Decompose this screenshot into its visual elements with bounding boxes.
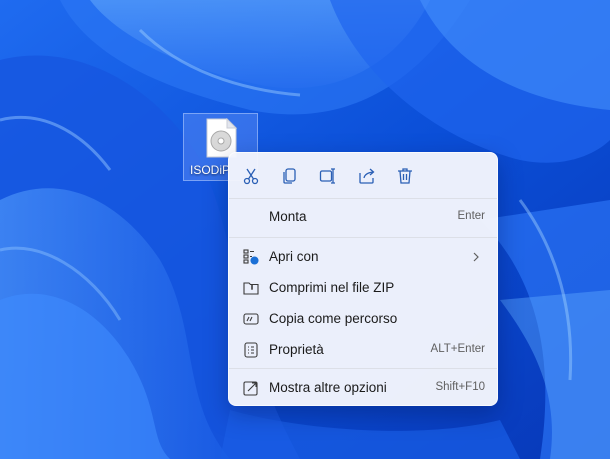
menu-item-label: Copia come percorso: [269, 311, 398, 326]
menu-item-show-more-options[interactable]: Mostra altre opzioni Shift+F10: [235, 374, 491, 402]
more-options-icon: [243, 381, 258, 396]
menu-separator: [229, 198, 497, 199]
menu-item-shortcut: Shift+F10: [435, 381, 485, 393]
chevron-right-icon: [473, 252, 479, 262]
open-with-icon: [243, 249, 259, 265]
share-icon: [359, 168, 375, 184]
menu-item-label: Proprietà: [269, 342, 324, 357]
zip-folder-icon: [243, 282, 259, 295]
copy-icon: [283, 168, 296, 184]
menu-item-label: Mostra altre opzioni: [269, 380, 387, 395]
rename-button[interactable]: [315, 163, 341, 189]
copy-path-icon: [243, 313, 259, 325]
share-button[interactable]: [354, 163, 380, 189]
menu-item-label: Monta: [269, 209, 307, 224]
copy-button[interactable]: [277, 163, 303, 189]
rename-icon: [319, 168, 335, 184]
menu-item-mount[interactable]: Monta Enter: [235, 203, 491, 231]
context-menu: Monta Enter Apri con Comprimi nel file Z…: [228, 152, 498, 406]
menu-item-properties[interactable]: Proprietà ALT+Enter: [235, 336, 491, 364]
menu-separator: [229, 368, 497, 369]
context-menu-toolbar: [229, 153, 497, 198]
menu-item-compress-zip[interactable]: Comprimi nel file ZIP: [235, 274, 491, 302]
properties-icon: [244, 342, 258, 358]
menu-item-label: Apri con: [269, 249, 319, 264]
delete-button[interactable]: [392, 163, 418, 189]
menu-item-shortcut: Enter: [457, 210, 486, 222]
menu-item-label: Comprimi nel file ZIP: [269, 280, 395, 295]
menu-item-open-with[interactable]: Apri con: [235, 243, 491, 271]
cut-button[interactable]: [238, 163, 264, 189]
menu-separator: [229, 237, 497, 238]
cut-icon: [243, 168, 259, 185]
menu-item-copy-as-path[interactable]: Copia come percorso: [235, 305, 491, 333]
menu-item-shortcut: ALT+Enter: [430, 343, 485, 355]
delete-icon: [398, 168, 412, 184]
